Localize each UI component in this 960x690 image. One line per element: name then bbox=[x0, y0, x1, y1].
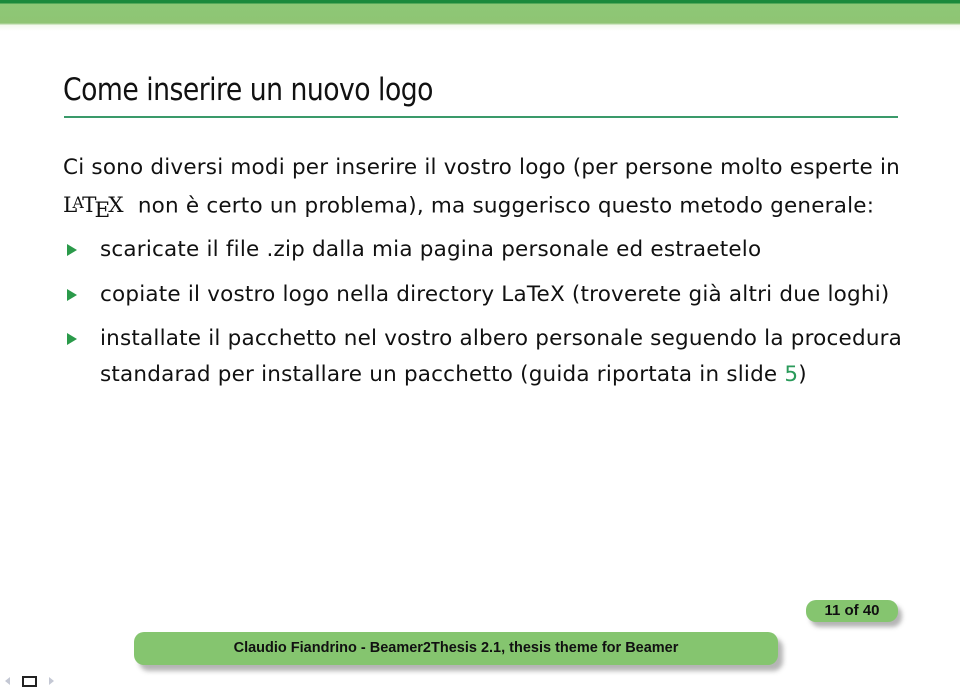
bullet-triangle-icon bbox=[67, 333, 77, 346]
intro-text-after: non è certo un problema), ma suggerisco … bbox=[123, 192, 875, 218]
page-indicator: 11 of 40 bbox=[806, 600, 898, 622]
bullet-triangle-icon bbox=[67, 288, 77, 301]
slide-reference-link[interactable]: 5 bbox=[784, 362, 798, 387]
list-item-text: scaricate il file .zip dalla mia pagina … bbox=[100, 237, 762, 263]
latex-logo: LATEX bbox=[63, 192, 124, 223]
header-band bbox=[0, 0, 960, 25]
nav-frame-icon[interactable] bbox=[22, 675, 37, 687]
nav-prev-icon[interactable] bbox=[5, 677, 10, 685]
list-item: copiate il vostro logo nella directory L… bbox=[63, 277, 903, 313]
title-rule bbox=[64, 116, 898, 118]
list-item: installate il pacchetto nel vostro alber… bbox=[63, 321, 903, 392]
nav-next-icon[interactable] bbox=[49, 677, 54, 685]
header-fade bbox=[0, 25, 960, 31]
intro-paragraph: Ci sono diversi modi per inserire il vos… bbox=[63, 150, 903, 228]
intro-text-before: Ci sono diversi modi per inserire il vos… bbox=[63, 155, 901, 180]
footer-bar: Claudio Fiandrino - Beamer2Thesis 2.1, t… bbox=[134, 632, 778, 665]
navigation-controls bbox=[5, 675, 54, 687]
list-item-text: installate il pacchetto nel vostro alber… bbox=[100, 326, 903, 387]
bullet-list: scaricate il file .zip dalla mia pagina … bbox=[63, 232, 903, 392]
list-item-text: copiate il vostro logo nella directory L… bbox=[100, 281, 890, 307]
list-item-text-end: ) bbox=[798, 361, 807, 387]
bullet-triangle-icon bbox=[67, 244, 77, 257]
frame-title: Come inserire un nuovo logo bbox=[63, 72, 433, 108]
slide-content: Ci sono diversi modi per inserire il vos… bbox=[63, 150, 903, 401]
list-item: scaricate il file .zip dalla mia pagina … bbox=[63, 232, 903, 268]
